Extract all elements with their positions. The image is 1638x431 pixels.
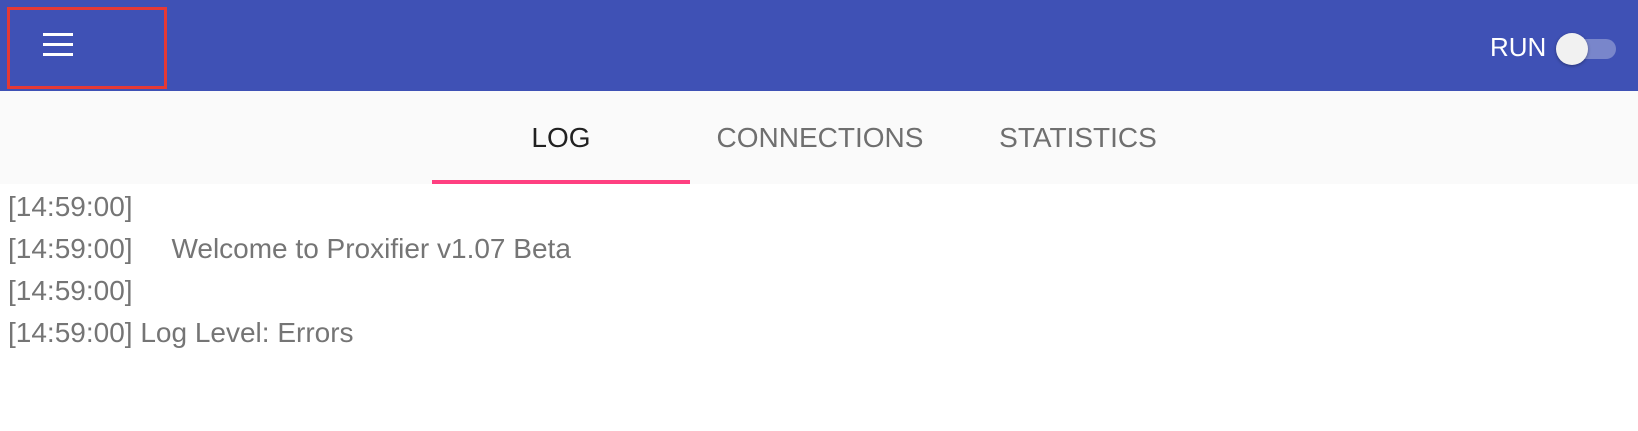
log-line: [14:59:00] Welcome to Proxifier v1.07 Be… <box>8 233 571 264</box>
menu-button[interactable] <box>7 7 167 89</box>
log-line: [14:59:00] <box>8 275 133 306</box>
log-line: [14:59:00] <box>8 191 133 222</box>
log-line: [14:59:00] Log Level: Errors <box>8 317 354 348</box>
active-tab-indicator <box>432 180 690 184</box>
app-bar: RUN <box>0 0 1638 91</box>
switch-thumb[interactable] <box>1556 33 1588 65</box>
log-panel: [14:59:00] [14:59:00] Welcome to Proxifi… <box>8 186 1628 354</box>
tab-log[interactable]: LOG <box>432 91 690 184</box>
run-toggle-switch[interactable] <box>1556 33 1618 65</box>
run-label: RUN <box>1490 32 1547 62</box>
tab-bar: LOG CONNECTIONS STATISTICS <box>0 91 1638 184</box>
hamburger-menu-icon[interactable] <box>37 33 73 61</box>
tab-statistics[interactable]: STATISTICS <box>950 91 1206 184</box>
tab-connections[interactable]: CONNECTIONS <box>690 91 950 184</box>
